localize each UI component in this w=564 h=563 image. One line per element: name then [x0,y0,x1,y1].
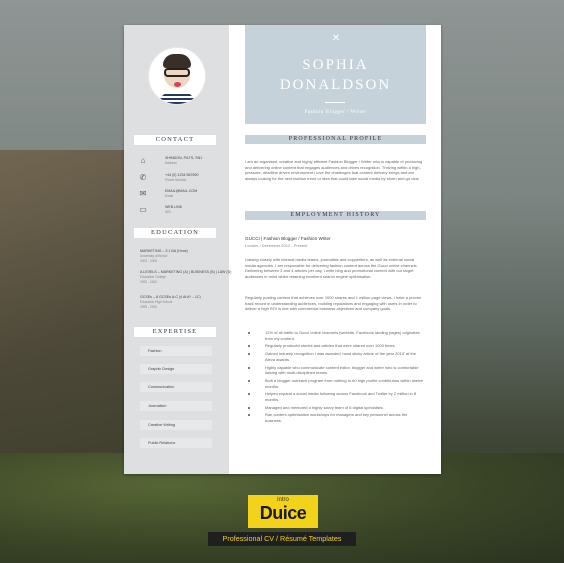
profile-heading: PROFESSIONAL PROFILE [245,135,426,144]
expertise-item: Communication [140,382,212,392]
first-name: SOPHIA [302,57,369,73]
profile-photo [148,47,206,105]
job-meta: London / December 2012 - Present [245,243,308,248]
achievement-list: 12% of all traffic to Gucci online chann… [245,330,424,426]
resume-sidebar: CONTACT ⌂ SHINDON, PILTS, SN1 Address ✆ … [124,25,232,474]
list-item: Gained industry recognition I was awarde… [245,351,424,362]
education-item: A LEVELS – MARKETING (A) | BUSINESS (B) … [140,270,232,284]
education-item: GCSEs – 8 GCSEs A-C (4 At A* – 1C) Educa… [140,295,201,309]
contact-web: ▭ WEB LINK URL [139,205,183,214]
list-item: 12% of all traffic to Gucci online chann… [245,330,424,341]
expertise-item: Fashion [140,346,212,356]
list-item: Helped expand a social media following a… [245,391,424,402]
job-role: Fashion Blogger / Writer [304,110,367,115]
phone-icon: ✆ [139,173,147,182]
email-icon: ✉ [139,189,147,198]
list-item: Regularly produced stories and articles … [245,343,424,349]
job-title: GUCCI | Fashion Blogger / Fashion Writer [245,236,331,241]
list-item: Ran content optimisation workshops for m… [245,412,424,423]
brand-logo: intro Duice [248,495,318,528]
expertise-item: Journalism [140,401,212,411]
expertise-heading: EXPERTISE [134,327,216,337]
last-name: DONALDSON [279,77,392,93]
education-heading: EDUCATION [134,228,216,238]
expertise-item: Graphic Design [140,364,212,374]
house-icon: ⌂ [140,156,146,165]
job-paragraph: Regularly posting content that achieves … [245,295,422,312]
expertise-item: Public Relations [140,438,212,448]
monitor-icon: ▭ [139,205,147,214]
contact-email: ✉ EMAIL@MAIL.COM Email [139,189,198,198]
monogram-icon: ✕ [331,33,341,44]
divider [325,102,345,103]
contact-phone: ✆ +44 (0) 1234 567890 Phone Number [139,173,199,182]
contact-address: ⌂ SHINDON, PILTS, SN1 Address [138,156,218,170]
education-item: MARKETING – 2:1 BA (Hons) University of … [140,249,188,263]
list-item: Managed and mentored a highly savvy team… [245,405,424,411]
job-paragraph: Liaising closely with internal media tea… [245,257,418,279]
list-item: Highly capable who communicate content e… [245,365,424,376]
profile-text: I am an organised, creative and highly e… [245,159,423,181]
contact-heading: CONTACT [134,135,216,145]
brand-tagline: Professional CV / Résumé Templates [208,532,356,546]
name-header: ✕ SOPHIA DONALDSON Fashion Blogger / Wri… [245,25,426,124]
list-item: Built a blogger outreach program from no… [245,378,424,389]
expertise-item: Creative Writing [140,420,212,430]
resume-page: CONTACT ⌂ SHINDON, PILTS, SN1 Address ✆ … [124,25,441,474]
history-heading: EMPLOYMENT HISTORY [245,211,426,220]
